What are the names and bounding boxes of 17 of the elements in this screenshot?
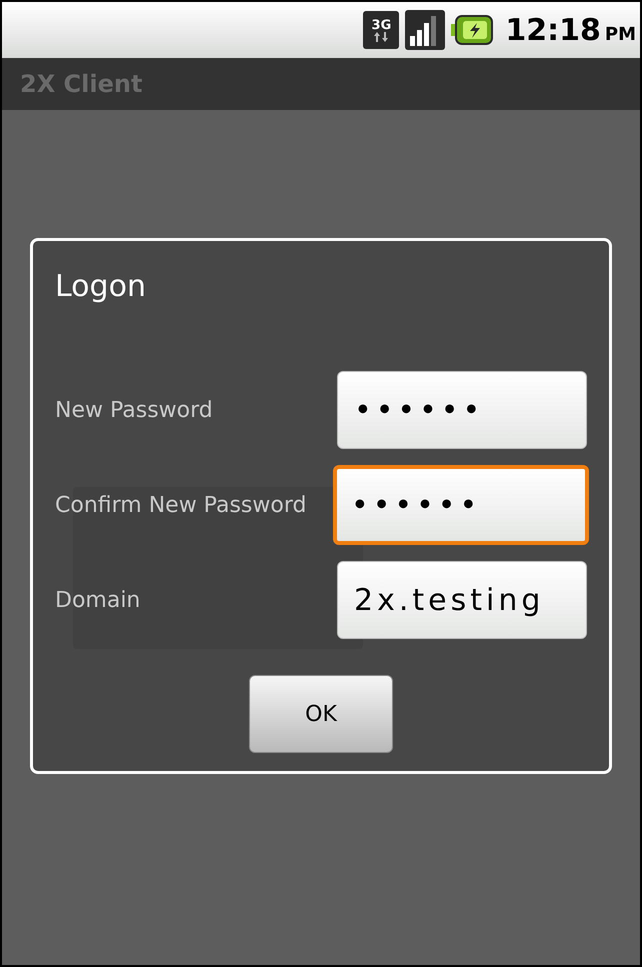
text-field[interactable]: 2x.testing <box>337 561 587 639</box>
field-value: 2x.testing <box>354 582 544 620</box>
clock-time: 12:18 <box>505 12 601 50</box>
field-label: New Password <box>55 396 213 424</box>
arrows-icon <box>374 32 388 42</box>
field-label: Domain <box>55 586 140 614</box>
text-field[interactable]: •••••• <box>337 371 587 449</box>
field-label: Confirm New Password <box>55 492 306 520</box>
field-value: •••••• <box>351 486 482 524</box>
clock-meridiem: PM <box>604 22 636 46</box>
dialog-title: Logon <box>55 268 147 306</box>
signal-icon <box>405 10 446 50</box>
text-field[interactable]: •••••• <box>333 465 589 545</box>
network-label: 3G <box>372 18 392 32</box>
field-value: •••••• <box>354 392 484 430</box>
battery-charging-icon <box>451 15 494 45</box>
ok-button[interactable]: OK <box>249 675 393 753</box>
